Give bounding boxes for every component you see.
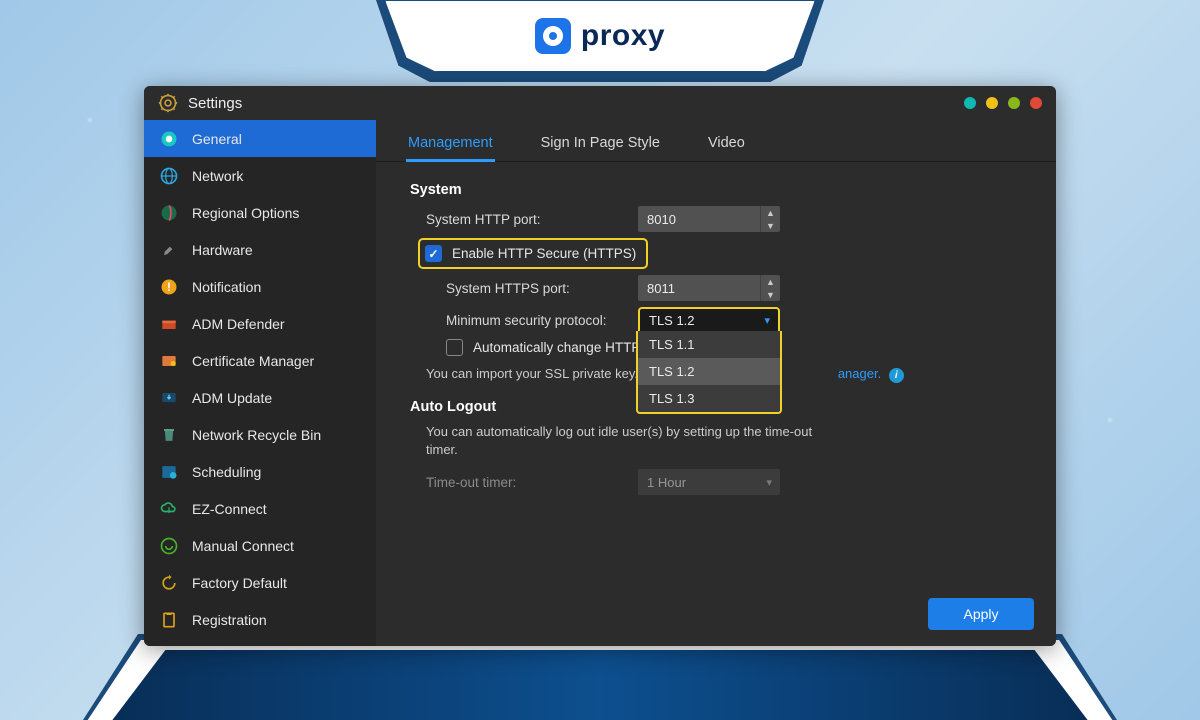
window-controls (964, 97, 1042, 109)
titlebar: Settings (144, 86, 1056, 120)
clipboard-icon (158, 609, 180, 631)
globe-icon (158, 165, 180, 187)
sidebar-item-label: Factory Default (192, 575, 287, 591)
chevron-down-icon: ▾ (766, 476, 772, 489)
sidebar-item-label: ADM Update (192, 390, 272, 406)
sidebar-item-regional[interactable]: Regional Options (144, 194, 376, 231)
protocol-option-tls12[interactable]: TLS 1.2 (638, 358, 780, 385)
spinner-arrows[interactable]: ▲▼ (760, 206, 780, 232)
window-minimize-dot[interactable] (964, 97, 976, 109)
http-port-value: 8010 (647, 212, 676, 227)
https-port-input[interactable]: 8011 ▲▼ (638, 275, 780, 301)
sidebar-item-registration[interactable]: Registration (144, 601, 376, 638)
section-system-heading: System (410, 182, 1028, 198)
apply-button[interactable]: Apply (928, 598, 1034, 630)
certificate-icon (158, 350, 180, 372)
auto-change-checkbox[interactable] (446, 339, 463, 356)
sidebar-item-label: Scheduling (192, 464, 261, 480)
protocol-option-tls13[interactable]: TLS 1.3 (638, 385, 780, 412)
top-banner: proxy (385, 0, 815, 72)
window-title: Settings (188, 95, 242, 112)
region-icon (158, 202, 180, 224)
enable-https-checkbox[interactable] (425, 245, 442, 262)
min-protocol-select[interactable]: TLS 1.2 ▾ TLS 1.1 TLS 1.2 TLS 1.3 (638, 307, 780, 333)
svg-text:!: ! (167, 281, 171, 294)
sidebar-item-scheduling[interactable]: Scheduling (144, 453, 376, 490)
gear-icon (158, 93, 178, 113)
sidebar-item-hardware[interactable]: Hardware (144, 231, 376, 268)
sidebar: General Network Regional Options Hardwar… (144, 120, 376, 646)
sidebar-item-label: EZ-Connect (192, 501, 267, 517)
brand-name: proxy (581, 19, 665, 53)
spinner-arrows[interactable]: ▲▼ (760, 275, 780, 301)
firewall-icon (158, 313, 180, 335)
sidebar-item-label: General (192, 131, 242, 147)
certificate-manager-link[interactable]: anager. (838, 366, 881, 381)
http-port-input[interactable]: 8010 ▲▼ (638, 206, 780, 232)
trash-icon (158, 424, 180, 446)
tab-signin-style[interactable]: Sign In Page Style (541, 135, 660, 161)
brand-logo-icon (535, 18, 571, 54)
sidebar-item-network[interactable]: Network (144, 157, 376, 194)
https-port-value: 8011 (647, 281, 675, 296)
update-icon (158, 387, 180, 409)
general-icon (158, 128, 180, 150)
sidebar-item-label: Regional Options (192, 205, 299, 221)
sidebar-item-defender[interactable]: ADM Defender (144, 305, 376, 342)
sidebar-item-ezconnect[interactable]: EZ-Connect (144, 490, 376, 527)
tabs: Management Sign In Page Style Video (376, 120, 1056, 162)
timeout-label: Time-out timer: (404, 475, 638, 490)
timeout-value: 1 Hour (647, 475, 686, 490)
settings-window: Settings General Network Regional Option… (144, 86, 1056, 646)
main-panel: Management Sign In Page Style Video Syst… (376, 120, 1056, 646)
tab-video[interactable]: Video (708, 135, 745, 161)
alert-icon: ! (158, 276, 180, 298)
window-close-dot[interactable] (1030, 97, 1042, 109)
window-maximize-dot[interactable] (986, 97, 998, 109)
sidebar-item-label: Network Recycle Bin (192, 427, 321, 443)
sidebar-item-factorydefault[interactable]: Factory Default (144, 564, 376, 601)
timeout-select[interactable]: 1 Hour ▾ (638, 469, 780, 495)
sidebar-item-general[interactable]: General (144, 120, 376, 157)
sidebar-item-label: ADM Defender (192, 316, 285, 332)
chevron-down-icon: ▼ (761, 288, 780, 301)
chevron-up-icon: ▲ (761, 275, 780, 288)
window-fullscreen-dot[interactable] (1008, 97, 1020, 109)
sidebar-item-label: Registration (192, 612, 267, 628)
chevron-up-icon: ▲ (761, 206, 780, 219)
sidebar-item-label: Manual Connect (192, 538, 294, 554)
cloud-icon (158, 498, 180, 520)
sidebar-item-recyclebin[interactable]: Network Recycle Bin (144, 416, 376, 453)
min-protocol-selectbox[interactable]: TLS 1.2 ▾ (638, 307, 780, 333)
chevron-down-icon: ▾ (764, 314, 770, 327)
info-icon[interactable]: i (889, 368, 904, 383)
https-port-label: System HTTPS port: (404, 281, 638, 296)
chevron-down-icon: ▼ (761, 219, 780, 232)
protocol-option-tls11[interactable]: TLS 1.1 (638, 331, 780, 358)
enable-https-highlight: Enable HTTP Secure (HTTPS) (418, 238, 648, 269)
sidebar-item-notification[interactable]: ! Notification (144, 268, 376, 305)
hardware-icon (158, 239, 180, 261)
autologout-desc: You can automatically log out idle user(… (404, 423, 824, 459)
http-port-label: System HTTP port: (404, 212, 638, 227)
reset-icon (158, 572, 180, 594)
sidebar-item-update[interactable]: ADM Update (144, 379, 376, 416)
enable-https-label: Enable HTTP Secure (HTTPS) (452, 246, 636, 261)
content-area: System System HTTP port: 8010 ▲▼ Enable … (376, 162, 1056, 646)
tab-management[interactable]: Management (408, 135, 493, 161)
bottom-banner (70, 650, 1130, 720)
sidebar-item-label: Network (192, 168, 243, 184)
sidebar-item-label: Notification (192, 279, 261, 295)
sidebar-item-label: Certificate Manager (192, 353, 314, 369)
min-protocol-dropdown: TLS 1.1 TLS 1.2 TLS 1.3 (636, 331, 782, 414)
connect-icon (158, 535, 180, 557)
min-protocol-label: Minimum security protocol: (404, 313, 638, 328)
sidebar-item-label: Hardware (192, 242, 253, 258)
sidebar-item-manualconnect[interactable]: Manual Connect (144, 527, 376, 564)
sidebar-item-certificate[interactable]: Certificate Manager (144, 342, 376, 379)
min-protocol-value: TLS 1.2 (649, 313, 695, 328)
calendar-icon (158, 461, 180, 483)
